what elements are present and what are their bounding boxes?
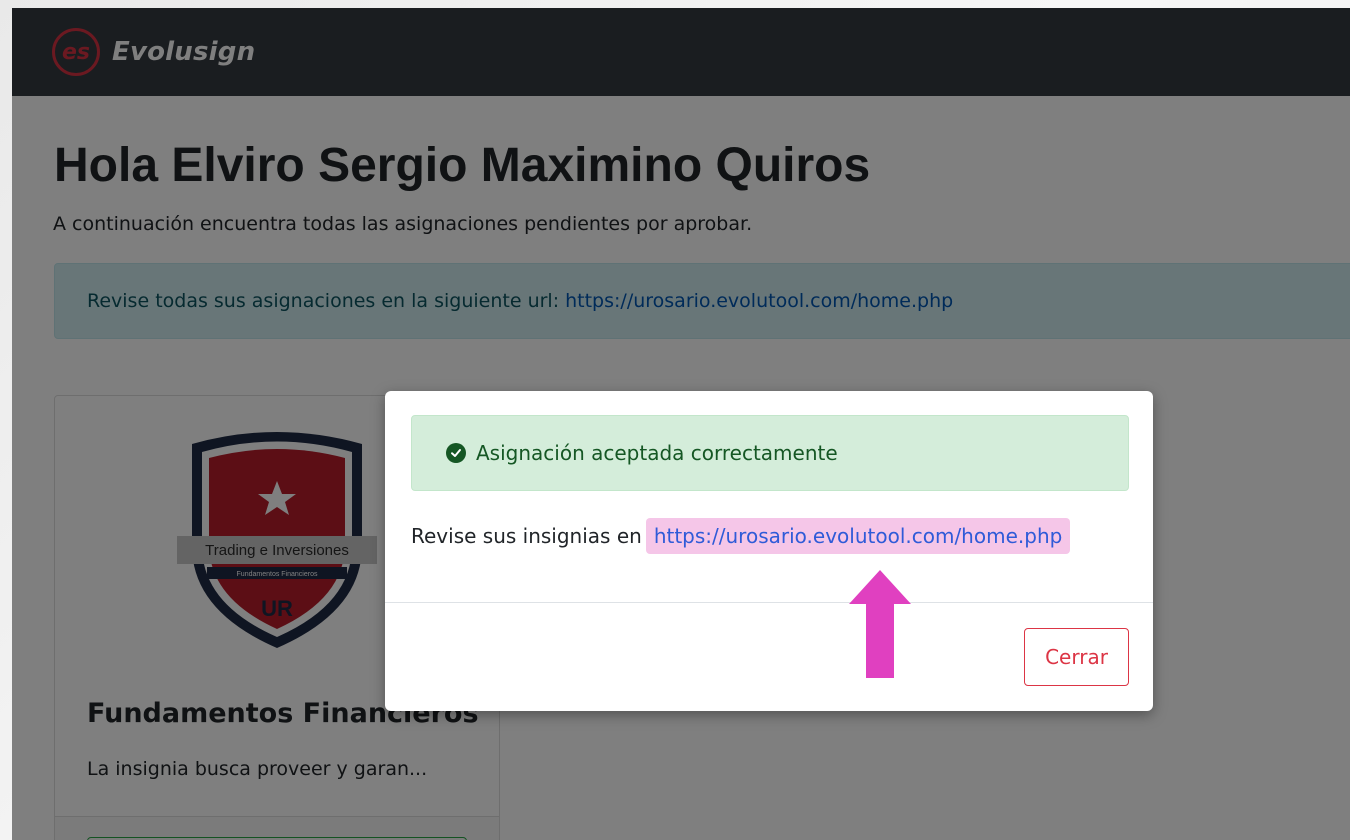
- modal-body-label: Revise sus insignias en: [411, 524, 642, 548]
- success-alert: Asignación aceptada correctamente: [411, 415, 1129, 491]
- browser-window: es Evolusign Hola Elviro Sergio Maximino…: [12, 8, 1350, 840]
- close-button[interactable]: Cerrar: [1024, 628, 1129, 686]
- success-modal: Asignación aceptada correctamente Revise…: [385, 391, 1153, 711]
- arrow-up-icon: [849, 570, 911, 678]
- modal-body-text: Revise sus insignias en https://urosario…: [411, 515, 1071, 557]
- modal-divider: [385, 602, 1153, 603]
- check-circle-icon: [446, 443, 466, 463]
- success-message: Asignación aceptada correctamente: [476, 441, 838, 465]
- insignias-link[interactable]: https://urosario.evolutool.com/home.php: [645, 518, 1071, 554]
